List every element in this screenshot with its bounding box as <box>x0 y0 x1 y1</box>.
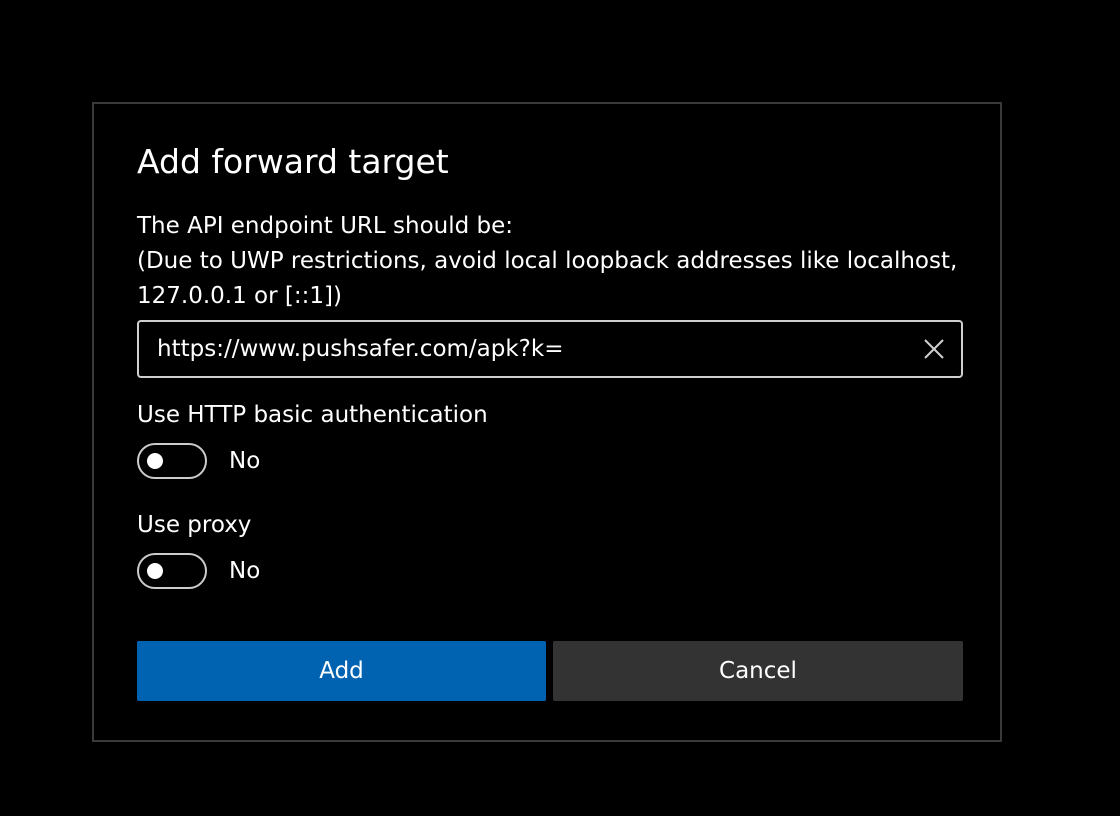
description-line-2: (Due to UWP restrictions, avoid local lo… <box>137 248 958 274</box>
proxy-toggle[interactable] <box>137 553 207 589</box>
toggle-knob <box>147 563 163 579</box>
proxy-label: Use proxy <box>137 512 252 538</box>
cancel-button[interactable]: Cancel <box>553 641 963 701</box>
proxy-toggle-row: No <box>137 553 260 589</box>
dialog-description: The API endpoint URL should be: (Due to … <box>137 209 987 314</box>
close-icon <box>924 339 944 359</box>
clear-button[interactable] <box>921 336 947 362</box>
add-forward-target-dialog: Add forward target The API endpoint URL … <box>92 102 1002 742</box>
url-textbox[interactable] <box>137 320 963 378</box>
basic-auth-toggle-row: No <box>137 443 260 479</box>
description-line-3: 127.0.0.1 or [::1]) <box>137 283 342 309</box>
proxy-state: No <box>229 558 261 584</box>
url-input[interactable] <box>157 322 897 376</box>
description-line-1: The API endpoint URL should be: <box>137 213 514 239</box>
basic-auth-toggle[interactable] <box>137 443 207 479</box>
basic-auth-state: No <box>229 448 261 474</box>
add-button[interactable]: Add <box>137 641 546 701</box>
toggle-knob <box>147 453 163 469</box>
basic-auth-label: Use HTTP basic authentication <box>137 402 488 428</box>
dialog-title: Add forward target <box>137 142 449 181</box>
